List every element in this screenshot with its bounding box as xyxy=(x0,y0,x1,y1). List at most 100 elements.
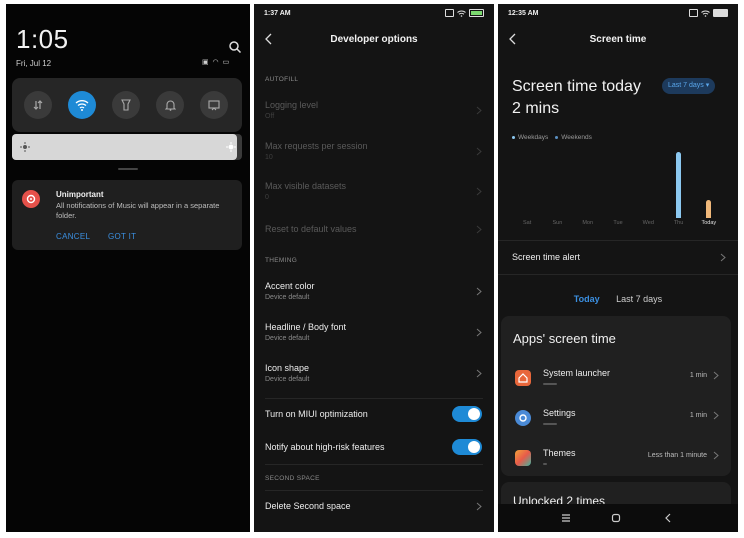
chevron-right-icon xyxy=(713,411,719,420)
status-time: 12:35 AM xyxy=(508,10,539,17)
flashlight-toggle[interactable] xyxy=(112,91,140,119)
section-header-autofill: AUTOFILL xyxy=(265,76,299,83)
max-datasets-value: 0 xyxy=(265,194,269,201)
chart-bar xyxy=(706,199,712,218)
logging-level-title[interactable]: Logging level xyxy=(265,100,318,110)
brightness-high-icon xyxy=(226,142,236,152)
legend-weekdays: Weekdays xyxy=(512,134,548,141)
home-icon[interactable] xyxy=(610,512,622,524)
chart-legend: Weekdays Weekends xyxy=(512,134,592,141)
notification-status-icon xyxy=(445,9,454,17)
wifi-status-icon xyxy=(701,10,710,17)
got-it-button[interactable]: GOT IT xyxy=(108,232,136,241)
cast-icon xyxy=(208,100,220,111)
notification-shade-screen: 1:05 Fri, Jul 12 ▣ ◠ ▭ Unimportant All n… xyxy=(6,4,250,532)
chevron-right-icon xyxy=(476,187,482,196)
menu-icon[interactable] xyxy=(560,512,572,524)
shade-handle[interactable] xyxy=(118,168,138,170)
navigation-bar xyxy=(498,504,738,532)
page-title: Developer options xyxy=(330,34,418,45)
chevron-right-icon xyxy=(476,106,482,115)
cancel-button[interactable]: CANCEL xyxy=(56,232,90,241)
accent-color-value: Device default xyxy=(265,294,310,301)
chart-day-label: Today xyxy=(701,220,717,226)
status-icons: ▣ ◠ ▭ xyxy=(202,59,231,66)
screen-time-alert-item[interactable]: Screen time alert xyxy=(512,252,580,262)
app-name: System launcher xyxy=(543,368,611,378)
reset-defaults-item[interactable]: Reset to default values xyxy=(265,224,357,234)
flashlight-icon xyxy=(121,99,131,111)
cast-toggle[interactable] xyxy=(200,91,228,119)
notification-title: Unimportant xyxy=(56,190,104,199)
divider xyxy=(265,398,483,399)
high-risk-toggle[interactable] xyxy=(452,439,482,455)
notification-status-icon xyxy=(689,9,698,17)
search-icon[interactable] xyxy=(228,40,242,54)
usage-bar xyxy=(543,463,547,465)
chevron-right-icon xyxy=(713,371,719,380)
chevron-right-icon xyxy=(476,502,482,511)
section-header-second-space: SECOND SPACE xyxy=(265,475,320,482)
app-usage-time: Less than 1 minute xyxy=(647,452,707,459)
headline-font-value: Device default xyxy=(265,335,310,342)
music-app-icon xyxy=(22,190,40,208)
brightness-level xyxy=(12,134,238,160)
data-icon xyxy=(33,100,43,110)
chevron-right-icon xyxy=(476,147,482,156)
app-name: Settings xyxy=(543,408,576,418)
divider xyxy=(265,490,483,491)
max-requests-title[interactable]: Max requests per session xyxy=(265,141,368,151)
divider xyxy=(265,464,483,465)
chevron-right-icon xyxy=(720,253,726,262)
wifi-icon xyxy=(75,100,89,111)
miui-optimization-toggle[interactable] xyxy=(452,406,482,422)
chart-day-label: Sun xyxy=(552,220,563,226)
notification-mode-toggle[interactable] xyxy=(156,91,184,119)
app-row-settings[interactable]: Settings 1 min xyxy=(501,402,731,442)
screen-time-heading-line1: Screen time today xyxy=(512,78,641,95)
chevron-right-icon xyxy=(476,328,482,337)
status-time: 1:37 AM xyxy=(264,10,291,17)
high-risk-label: Notify about high-risk features xyxy=(265,442,385,452)
settings-icon xyxy=(515,410,531,426)
back-icon[interactable] xyxy=(662,512,674,524)
chart-day-label: Tue xyxy=(613,220,623,226)
tab-today[interactable]: Today xyxy=(574,294,600,304)
icon-shape-title[interactable]: Icon shape xyxy=(265,363,309,373)
music-note-icon xyxy=(26,194,36,204)
range-dropdown[interactable]: Last 7 days ▾ xyxy=(662,78,716,94)
themes-icon xyxy=(515,450,531,466)
section-header-theming: THEMING xyxy=(265,257,298,264)
brightness-slider[interactable] xyxy=(12,134,242,160)
chart-day-label: Sat xyxy=(523,220,532,226)
delete-second-space-item[interactable]: Delete Second space xyxy=(265,501,351,511)
screen-time-chart xyxy=(512,152,724,218)
app-name: Themes xyxy=(543,448,576,458)
developer-options-screen: 1:37 AM Developer options AUTOFILL Loggi… xyxy=(254,4,494,532)
app-row-themes[interactable]: Themes Less than 1 minute xyxy=(501,442,731,482)
screen-time-screen: 12:35 AM Screen time Screen time today 2… xyxy=(498,4,738,532)
date: Fri, Jul 12 xyxy=(16,59,52,68)
screen-time-total: 2 mins xyxy=(512,99,560,117)
mobile-data-toggle[interactable] xyxy=(24,91,52,119)
launcher-icon xyxy=(515,370,531,386)
notification-body: All notifications of Music will appear i… xyxy=(56,201,220,220)
apps-screen-time-card: Apps' screen time System launcher 1 min … xyxy=(501,316,731,476)
miui-optimization-label: Turn on MIUI optimization xyxy=(265,409,368,419)
accent-color-title[interactable]: Accent color xyxy=(265,281,315,291)
bell-icon xyxy=(164,100,176,111)
quick-settings-row xyxy=(12,78,242,132)
chart-bar xyxy=(676,152,682,218)
status-icons xyxy=(445,8,484,18)
headline-font-title[interactable]: Headline / Body font xyxy=(265,322,346,332)
divider xyxy=(498,274,738,275)
app-usage-time: 1 min xyxy=(689,372,707,379)
logging-level-value: Off xyxy=(265,113,275,120)
app-row-system-launcher[interactable]: System launcher 1 min xyxy=(501,362,731,402)
wifi-toggle[interactable] xyxy=(68,91,96,119)
max-datasets-title[interactable]: Max visible datasets xyxy=(265,181,346,191)
chevron-right-icon xyxy=(476,287,482,296)
divider xyxy=(498,240,738,241)
tab-last-7-days[interactable]: Last 7 days xyxy=(616,294,662,304)
chart-day-label: Thu xyxy=(673,220,684,226)
